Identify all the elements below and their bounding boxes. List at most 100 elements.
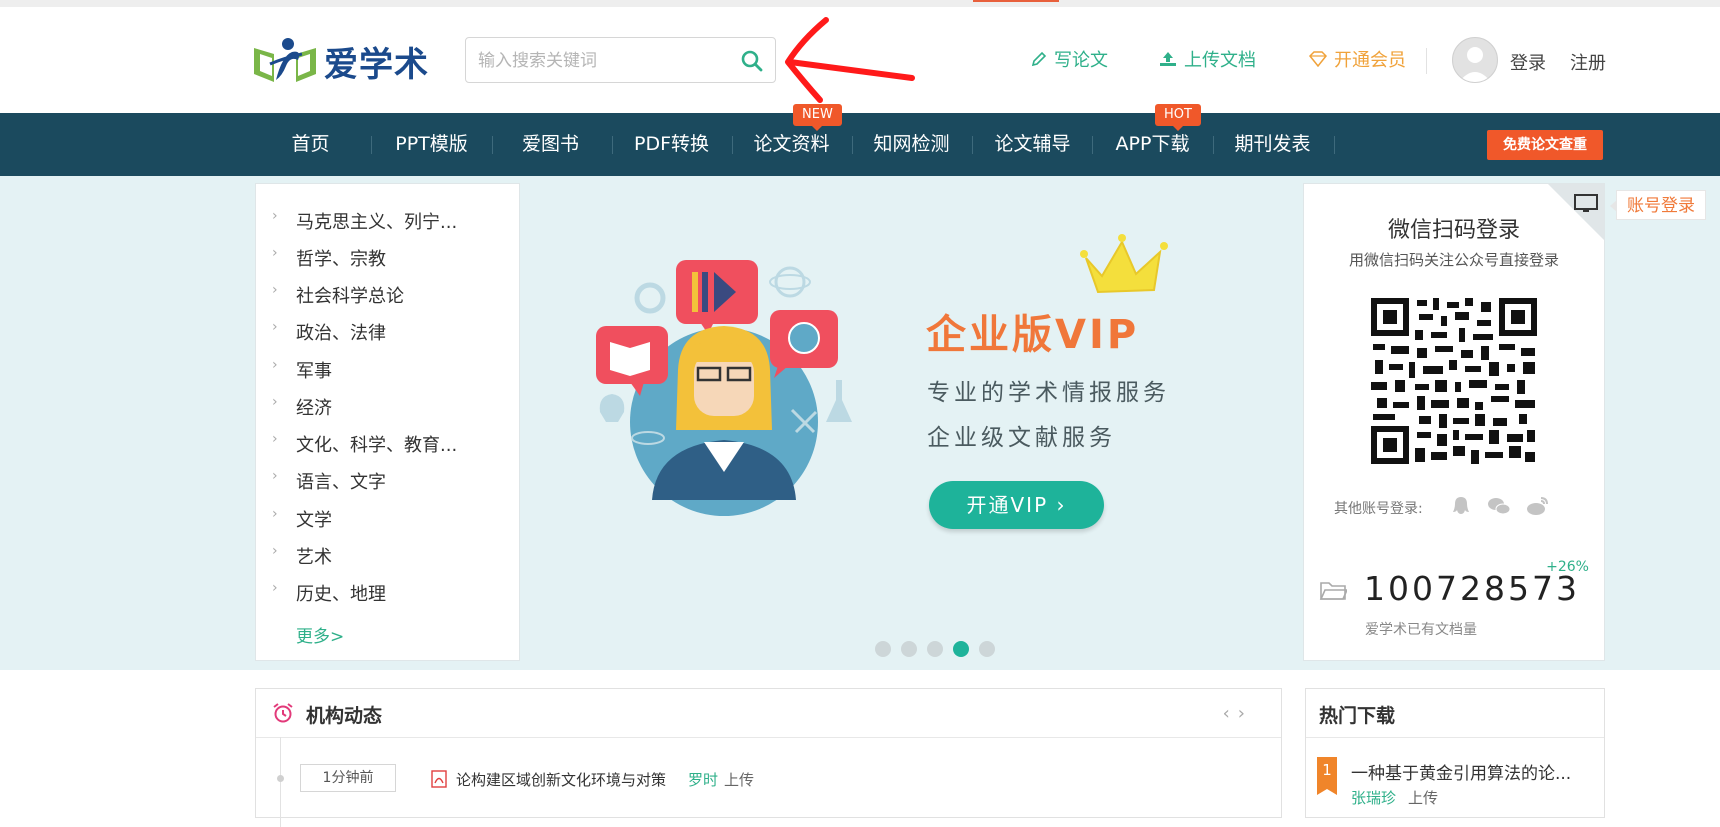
category-label: 社会科学总论 <box>296 286 404 307</box>
category-item[interactable]: › 艺术 <box>272 543 332 569</box>
qr-code <box>1369 296 1539 466</box>
wechat-login-title: 微信扫码登录 <box>1387 218 1520 243</box>
atom-icon <box>774 266 806 298</box>
main-nav: 首页 PPT模版 爱图书 PDF转换 论文资料 NEW 知网检测 论文辅导 AP… <box>0 104 1720 176</box>
hot-doc-link[interactable]: 一种基于黄金引用算法的论... <box>1351 759 1571 784</box>
category-item[interactable]: › 社会科学总论 <box>272 282 404 308</box>
category-panel: › 马克思主义、列宁... › 哲学、宗教 › 社会科学总论 › 政治、法律 › 军事 ›… <box>255 183 520 661</box>
doc-count-label: 爱学术已有文档量 <box>1365 622 1477 638</box>
banner-subtitle-2: 企业级文献服务 <box>927 425 1116 451</box>
carousel-dot[interactable] <box>901 641 917 657</box>
search-box <box>465 37 776 83</box>
news-panel: 机构动态 ‹› 1分钟前 论构建区域创新文化环境与对策 罗时 上传 <box>255 688 1282 827</box>
flask-icon <box>826 380 852 422</box>
nav-item-journal[interactable]: 期刊发表 <box>1212 113 1333 176</box>
pdf-icon <box>431 770 447 788</box>
red-arrow-annotation <box>785 17 915 103</box>
folder-icon <box>1319 582 1347 600</box>
nav-item-books[interactable]: 爱图书 <box>490 113 611 176</box>
more-categories-link[interactable]: 更多> <box>296 622 344 647</box>
category-label: 马克思主义、列宁... <box>296 212 458 233</box>
user-avatar-icon <box>1459 47 1491 82</box>
category-label: 政治、法律 <box>296 323 386 344</box>
register-link[interactable]: 注册 <box>1570 49 1606 75</box>
diamond-icon <box>1308 51 1328 67</box>
timeline-line <box>280 737 281 827</box>
chevron-right-icon[interactable]: › <box>1238 703 1253 724</box>
chevron-right-icon: › <box>272 282 278 298</box>
upload-doc-label: 上传文档 <box>1184 50 1256 71</box>
hot-downloads-title: 热门下载 <box>1319 705 1396 727</box>
open-vip-button[interactable]: 开通VIP › <box>929 481 1104 529</box>
nav-item-ppt[interactable]: PPT模版 <box>371 113 492 176</box>
site-logo[interactable]: 爱学术 <box>252 34 432 88</box>
chevron-right-icon: › <box>272 394 278 410</box>
banner-illustration[interactable] <box>570 250 870 530</box>
category-label: 军事 <box>296 361 332 382</box>
chevron-right-icon: › <box>272 543 278 559</box>
nav-item-pdf[interactable]: PDF转换 <box>611 113 732 176</box>
lightbulb-icon <box>599 394 625 422</box>
chevron-right-icon: › <box>272 357 278 373</box>
write-paper-label: 写论文 <box>1054 50 1108 71</box>
search-icon[interactable] <box>739 48 765 74</box>
category-item[interactable]: › 经济 <box>272 394 332 420</box>
carousel-dots <box>875 641 995 657</box>
banner-title: 企业版VIP <box>926 312 1140 358</box>
category-item[interactable]: › 军事 <box>272 357 332 383</box>
logo-icon <box>254 38 316 82</box>
news-time: 1分钟前 <box>300 764 396 792</box>
category-item[interactable]: › 语言、文字 <box>272 468 386 494</box>
wechat-login-subtitle: 用微信扫码关注公众号直接登录 <box>1348 251 1559 269</box>
news-header: 机构动态 ‹› <box>256 689 1281 738</box>
logo-text: 爱学术 <box>324 44 429 85</box>
avatar[interactable] <box>1452 37 1498 83</box>
qq-icon[interactable] <box>1449 494 1473 518</box>
login-link[interactable]: 登录 <box>1510 49 1546 75</box>
carousel-dot[interactable] <box>979 641 995 657</box>
category-item[interactable]: › 历史、地理 <box>272 580 386 606</box>
category-label: 哲学、宗教 <box>296 249 386 270</box>
free-check-button[interactable]: 免费论文查重 <box>1487 130 1603 160</box>
category-item[interactable]: › 文化、科学、教育... <box>272 431 457 457</box>
rank-badge: 1 <box>1317 757 1337 795</box>
carousel-dot[interactable] <box>927 641 943 657</box>
top-accent <box>973 0 1059 2</box>
upload-doc-link[interactable]: 上传文档 <box>1158 46 1256 72</box>
monitor-icon[interactable] <box>1574 194 1598 214</box>
chevron-right-icon: › <box>272 431 278 447</box>
category-item[interactable]: › 文学 <box>272 506 332 532</box>
category-item[interactable]: › 哲学、宗教 <box>272 245 386 271</box>
chevron-right-icon: › <box>272 319 278 335</box>
news-doc-link[interactable]: 论构建区域创新文化环境与对策 <box>456 769 666 790</box>
news-action: 上传 <box>724 771 755 789</box>
chevron-left-icon[interactable]: ‹ <box>1223 703 1238 724</box>
vip-label: 开通会员 <box>1334 50 1406 71</box>
news-user-link[interactable]: 罗时 <box>688 769 718 790</box>
nav-item-cnki[interactable]: 知网检测 <box>851 113 972 176</box>
new-badge: NEW <box>793 104 842 131</box>
account-login-tab[interactable]: 账号登录 <box>1610 190 1706 220</box>
news-pager[interactable]: ‹› <box>1223 703 1253 724</box>
carousel-dot-active[interactable] <box>953 641 969 657</box>
hot-badge: HOT <box>1155 104 1201 131</box>
hot-divider <box>1306 737 1604 738</box>
vip-link[interactable]: 开通会员 <box>1308 46 1406 72</box>
timeline-dot <box>277 775 284 782</box>
search-input[interactable] <box>476 44 730 78</box>
pencil-icon <box>1031 51 1047 67</box>
nav-item-tutoring[interactable]: 论文辅导 <box>972 113 1093 176</box>
banner-subtitle-1: 专业的学术情报服务 <box>927 380 1170 406</box>
weibo-icon[interactable] <box>1526 494 1550 518</box>
nav-item-home[interactable]: 首页 <box>250 113 371 176</box>
chevron-right-icon: › <box>272 208 278 224</box>
carousel-dot[interactable] <box>875 641 891 657</box>
chevron-right-icon: › <box>272 506 278 522</box>
category-item[interactable]: › 马克思主义、列宁... <box>272 208 458 234</box>
wechat-icon[interactable] <box>1487 494 1511 518</box>
write-paper-link[interactable]: 写论文 <box>1030 46 1108 72</box>
category-label: 经济 <box>296 398 332 419</box>
category-item[interactable]: › 政治、法律 <box>272 319 386 345</box>
hot-downloads-panel: 热门下载 1 一种基于黄金引用算法的论... 张瑞珍 上传 <box>1305 688 1605 818</box>
chevron-right-icon: › <box>272 245 278 261</box>
